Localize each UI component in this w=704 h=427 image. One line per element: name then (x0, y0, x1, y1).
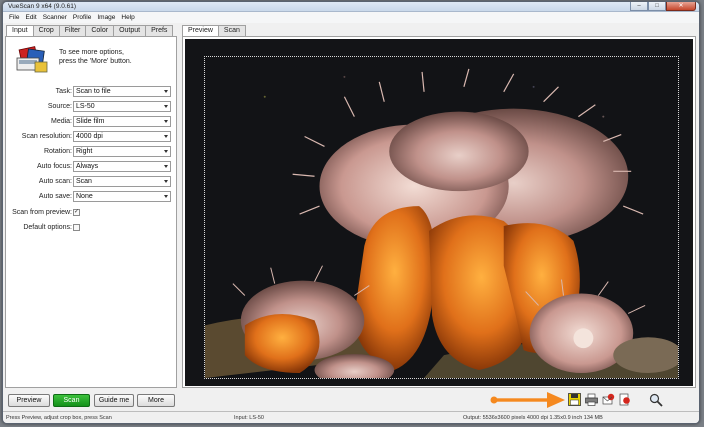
more-options-hint: To see more options, press the 'More' bu… (59, 48, 132, 66)
resolution-value: 4000 dpi (76, 133, 103, 140)
hint-line-2: press the 'More' button. (59, 58, 132, 65)
zoom-button[interactable] (648, 392, 663, 407)
chevron-down-icon (164, 90, 168, 93)
rotation-value: Right (76, 148, 93, 155)
title-bar: VueScan 9 x64 (9.0.61) – □ ✕ (3, 2, 699, 12)
autosave-select[interactable]: None (73, 191, 171, 202)
tab-filter[interactable]: Filter (58, 25, 87, 36)
minimize-button[interactable]: – (630, 2, 648, 11)
task-select[interactable]: Scan to file (73, 86, 171, 97)
resolution-row: Scan resolution: 4000 dpi (6, 131, 178, 143)
autofocus-row: Auto focus: Always (6, 161, 178, 173)
preview-canvas[interactable] (185, 39, 693, 386)
source-select[interactable]: LS-50 (73, 101, 171, 112)
scan-from-preview-label: Scan from preview: (12, 209, 72, 216)
task-label: Task: (55, 88, 72, 95)
rotation-row: Rotation: Right (6, 146, 178, 158)
default-options-label: Default options: (23, 224, 72, 231)
close-button[interactable]: ✕ (666, 2, 696, 11)
task-value: Scan to file (76, 88, 111, 95)
media-label: Media: (50, 118, 72, 125)
chevron-down-icon (164, 105, 168, 108)
menu-edit[interactable]: Edit (22, 12, 39, 23)
tab-prefs[interactable]: Prefs (145, 25, 174, 36)
default-options-checkbox[interactable] (73, 224, 80, 231)
scan-to-email-icon (602, 393, 615, 405)
media-select[interactable]: Slide film (73, 116, 171, 127)
menu-scanner[interactable]: Scanner (40, 12, 70, 23)
autosave-row: Auto save: None (6, 191, 178, 203)
status-instructions: Press Preview, adjust crop box, press Sc… (6, 415, 112, 421)
autosave-value: None (76, 193, 93, 200)
status-input: Input: LS-50 (234, 415, 264, 421)
scan-to-pdf-button[interactable] (617, 392, 632, 407)
resolution-select[interactable]: 4000 dpi (73, 131, 171, 142)
autoscan-select[interactable]: Scan (73, 176, 171, 187)
autosave-label: Auto save: (38, 193, 72, 200)
tab-color[interactable]: Color (85, 25, 115, 36)
menu-image[interactable]: Image (94, 12, 118, 23)
resolution-label: Scan resolution: (21, 133, 72, 140)
tab-crop[interactable]: Crop (32, 25, 60, 36)
chevron-down-icon (164, 195, 168, 198)
menu-bar: File Edit Scanner Profile Image Help (3, 12, 699, 23)
scan-from-preview-checkbox[interactable]: ✓ (73, 209, 80, 216)
chevron-down-icon (164, 120, 168, 123)
task-row: Task: Scan to file (6, 86, 178, 98)
more-button[interactable]: More (137, 394, 175, 407)
crop-box[interactable] (204, 56, 679, 379)
print-icon (585, 393, 598, 406)
status-bar: Press Preview, adjust crop box, press Sc… (3, 411, 699, 423)
scan-from-preview-row: Scan from preview: ✓ (6, 207, 178, 219)
save-button[interactable] (567, 392, 582, 407)
rotation-label: Rotation: (43, 148, 72, 155)
input-options-panel: To see more options, press the 'More' bu… (5, 36, 177, 388)
chevron-down-icon (164, 150, 168, 153)
chevron-down-icon (164, 165, 168, 168)
source-value: LS-50 (76, 103, 95, 110)
status-output: Output: 5536x3600 pixels 4000 dpi 1.35x0… (463, 415, 603, 421)
menu-help[interactable]: Help (118, 12, 137, 23)
default-options-row: Default options: (6, 222, 178, 234)
source-label: Source: (47, 103, 72, 110)
autoscan-label: Auto scan: (38, 178, 72, 185)
menu-profile[interactable]: Profile (70, 12, 94, 23)
scan-to-pdf-icon (619, 393, 630, 406)
media-value: Slide film (76, 118, 105, 125)
preview-area (182, 36, 696, 388)
zoom-icon (649, 393, 663, 407)
autoscan-value: Scan (76, 178, 92, 185)
preview-button[interactable]: Preview (8, 394, 50, 407)
window-controls: – □ ✕ (630, 2, 696, 11)
autoscan-row: Auto scan: Scan (6, 176, 178, 188)
save-icon (568, 393, 581, 406)
print-button[interactable] (584, 392, 599, 407)
sea-anemone-photo (205, 57, 678, 378)
hint-line-1: To see more options, (59, 49, 124, 56)
source-row: Source: LS-50 (6, 101, 178, 113)
autofocus-select[interactable]: Always (73, 161, 171, 172)
scanner-app-icon (16, 46, 48, 73)
scan-to-email-button[interactable] (601, 392, 616, 407)
tab-output[interactable]: Output (113, 25, 147, 36)
autofocus-value: Always (76, 163, 99, 170)
tab-scan[interactable]: Scan (217, 25, 246, 36)
window-title: VueScan 9 x64 (9.0.61) (8, 3, 77, 10)
chevron-down-icon (164, 180, 168, 183)
chevron-down-icon (164, 135, 168, 138)
rotation-select[interactable]: Right (73, 146, 171, 157)
media-row: Media: Slide film (6, 116, 178, 128)
scan-button[interactable]: Scan (53, 394, 90, 407)
autofocus-label: Auto focus: (36, 163, 72, 170)
menu-file[interactable]: File (6, 12, 22, 23)
arrow-annotation-icon (490, 392, 565, 408)
guide-me-button[interactable]: Guide me (94, 394, 134, 407)
maximize-button[interactable]: □ (648, 2, 666, 11)
bottom-toolbar: Preview Scan Guide me More (3, 391, 699, 411)
vuescan-window: VueScan 9 x64 (9.0.61) – □ ✕ File Edit S… (2, 1, 700, 424)
